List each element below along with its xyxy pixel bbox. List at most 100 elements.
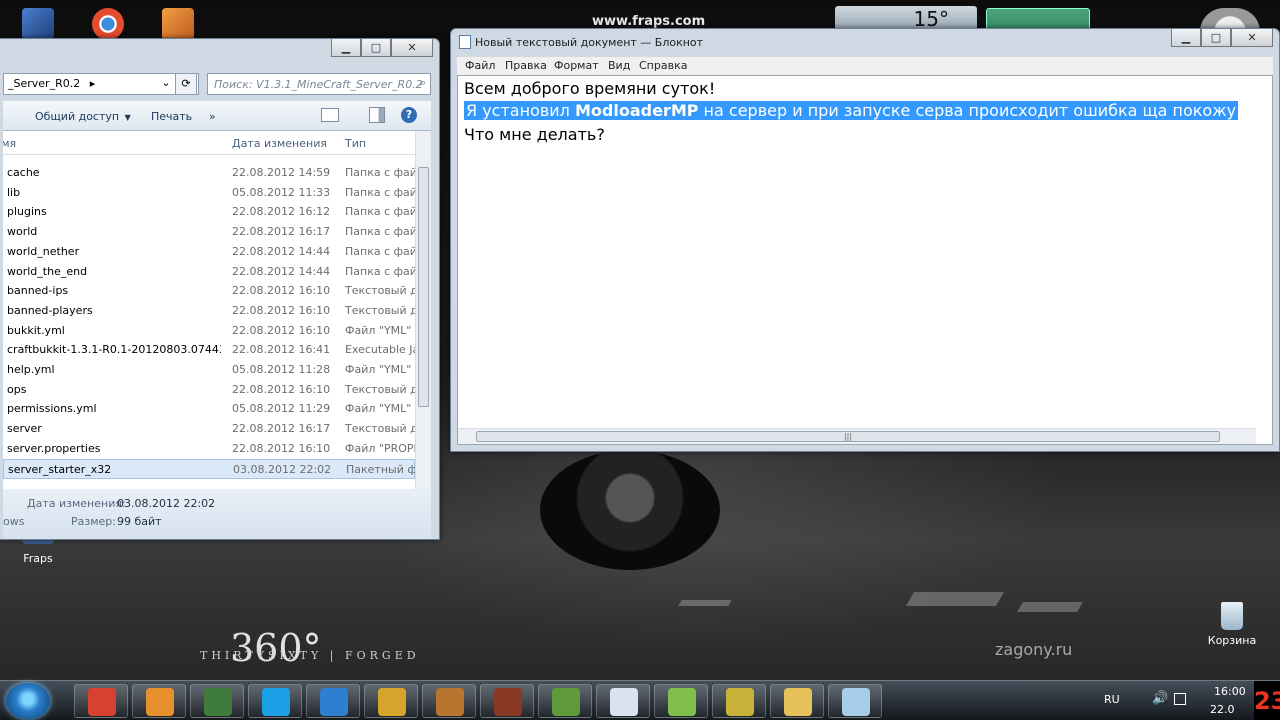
file-row[interactable]: world_the_end 22.08.2012 14:44 Папка с фай… <box>3 262 417 282</box>
dropdown-arrow-icon: ▼ <box>124 113 131 122</box>
search-input[interactable]: Поиск: V1.3.1_MineCraft_Server_R0.2 ⌕ <box>207 73 431 95</box>
horizontal-scrollbar[interactable]: ||| <box>458 428 1256 444</box>
taskbar-item-game-character[interactable] <box>422 684 476 718</box>
share-menu-button[interactable]: Общий доступ ▼ <box>35 110 131 123</box>
print-button[interactable]: Печать <box>151 110 192 123</box>
maximize-button[interactable]: □ <box>361 39 391 57</box>
utorrent-icon <box>204 688 232 716</box>
taskbar-item-utorrent[interactable] <box>190 684 244 718</box>
file-date: 22.08.2012 16:12 <box>232 205 331 219</box>
file-row[interactable]: permissions.yml 05.08.2012 11:29 Файл "YML… <box>3 399 415 419</box>
clock-time[interactable]: 16:00 <box>1214 685 1246 698</box>
file-name: banned-ips <box>7 284 69 298</box>
file-row[interactable]: world_nether 22.08.2012 14:44 Папка с файл <box>3 242 417 262</box>
recycle-bin-icon <box>1221 602 1243 630</box>
selected-text-line: Я установил ModloaderMP на сервер и при … <box>464 101 1239 120</box>
file-row[interactable]: server 22.08.2012 16:17 Текстовый до <box>3 419 417 439</box>
file-row[interactable]: banned-ips 22.08.2012 16:10 Текстовый до <box>3 281 417 301</box>
file-type: Папка с файл <box>345 166 417 179</box>
preview-pane-icon[interactable] <box>369 107 385 123</box>
file-row[interactable]: world 22.08.2012 16:17 Папка с файл <box>3 222 417 242</box>
details-size-label: Размер: <box>71 515 116 528</box>
column-type[interactable]: Тип <box>345 137 366 150</box>
fraps-watermark: www.fraps.com <box>592 14 706 29</box>
address-dropdown-button[interactable]: ⌄ <box>155 73 177 95</box>
help-button[interactable]: ? <box>401 107 417 123</box>
scrollbar-thumb[interactable] <box>418 167 429 407</box>
menu-bar: Файл Правка Формат Вид Справка <box>457 57 1273 75</box>
close-button[interactable]: ✕ <box>1231 29 1273 47</box>
file-row[interactable]: craftbukkit-1.3.1-R0.1-20120803.074431-1… <box>3 340 417 360</box>
desktop-icon-3[interactable] <box>148 8 208 40</box>
minimize-button[interactable]: ▁ <box>1171 29 1201 47</box>
refresh-button[interactable]: ⟳ <box>175 73 197 95</box>
game-character-icon <box>436 688 464 716</box>
taskbar-item-game-hero[interactable] <box>480 684 534 718</box>
maximize-button[interactable]: □ <box>1201 29 1231 47</box>
toolbar-overflow-button[interactable]: » <box>209 110 216 123</box>
notepad-titlebar[interactable]: Новый текстовый документ — Блокнот ▁ □ ✕ <box>451 29 1279 55</box>
taskbar-item-nfs[interactable] <box>364 684 418 718</box>
share-label: Общий доступ <box>35 110 120 123</box>
clock-date[interactable]: 22.0 <box>1210 703 1235 716</box>
file-name: cache <box>7 166 40 179</box>
fraps-fps-counter: 23 <box>1254 681 1280 720</box>
taskbar-item-chrome[interactable] <box>74 684 128 718</box>
file-row[interactable]: plugins 22.08.2012 16:12 Папка с файл <box>3 202 417 222</box>
column-name[interactable]: Имя <box>3 137 16 150</box>
taskbar-item-fraps[interactable] <box>712 684 766 718</box>
file-row[interactable]: ops 22.08.2012 16:10 Текстовый до <box>3 380 417 400</box>
file-name: craftbukkit-1.3.1-R0.1-20120803.074431-1… <box>7 343 221 357</box>
file-type: Папка с файл <box>345 205 417 219</box>
minimize-button[interactable]: ▁ <box>331 39 361 57</box>
scrollbar-thumb[interactable]: ||| <box>476 431 1220 442</box>
vertical-scrollbar[interactable] <box>415 131 431 489</box>
taskbar-item-file-manager[interactable] <box>654 684 708 718</box>
taskbar-item-media-player[interactable] <box>132 684 186 718</box>
close-button[interactable]: ✕ <box>391 39 433 57</box>
file-row[interactable]: lib 05.08.2012 11:33 Папка с файл <box>3 183 417 203</box>
refresh-icon: ⟳ <box>181 77 191 90</box>
file-date: 22.08.2012 16:10 <box>232 441 331 455</box>
taskbar-item-notepad[interactable] <box>828 684 882 718</box>
file-date: 22.08.2012 14:44 <box>232 244 331 258</box>
taskbar-item-minecraft[interactable] <box>538 684 592 718</box>
file-type: Файл "YML" <box>345 402 412 416</box>
start-button[interactable] <box>6 683 50 719</box>
file-row[interactable]: help.yml 05.08.2012 11:28 Файл "YML" <box>3 360 415 380</box>
app-icon <box>162 8 194 40</box>
menu-format[interactable]: Формат <box>554 59 599 72</box>
menu-view[interactable]: Вид <box>608 59 630 72</box>
file-name: server_starter_x32 <box>8 462 112 476</box>
file-date: 05.08.2012 11:29 <box>232 402 331 416</box>
site-watermark: zagony.ru <box>995 640 1073 659</box>
language-indicator[interactable]: RU <box>1104 693 1120 706</box>
menu-help[interactable]: Справка <box>639 59 687 72</box>
text-editor[interactable]: Всем доброго времяни суток! Я установил … <box>457 75 1273 445</box>
volume-icon[interactable]: 🔊 <box>1152 691 1168 706</box>
menu-edit[interactable]: Правка <box>505 59 547 72</box>
desktop-icon-chrome[interactable] <box>78 8 138 40</box>
desktop-icon-recycle-bin[interactable]: Корзина <box>1202 602 1262 647</box>
taskbar-item-document-viewer[interactable] <box>596 684 650 718</box>
menu-file[interactable]: Файл <box>465 59 495 72</box>
view-options-icon[interactable] <box>321 108 339 122</box>
taskbar-item-download[interactable] <box>306 684 360 718</box>
file-row[interactable]: server_starter_x32 03.08.2012 22:02 Пакетн… <box>3 458 418 479</box>
file-row[interactable]: bukkit.yml 22.08.2012 16:10 Файл "YML" <box>3 321 415 341</box>
column-date[interactable]: Дата изменения <box>232 137 327 150</box>
game-hero-icon <box>494 688 522 716</box>
file-date: 03.08.2012 22:02 <box>233 462 332 476</box>
desktop-icon-1[interactable] <box>8 8 68 40</box>
file-date: 22.08.2012 14:59 <box>232 166 331 179</box>
network-icon[interactable] <box>1174 693 1186 705</box>
explorer-toolbar: Общий доступ ▼ Печать » ? <box>3 101 431 131</box>
explorer-titlebar[interactable]: ▁ □ ✕ <box>0 39 439 65</box>
taskbar-item-skype[interactable] <box>248 684 302 718</box>
file-row[interactable]: cache 22.08.2012 14:59 Папка с файл <box>3 163 417 183</box>
taskbar-item-explorer[interactable] <box>770 684 824 718</box>
file-row[interactable]: banned-players 22.08.2012 16:10 Текстовый … <box>3 301 417 321</box>
file-row[interactable]: server.properties 22.08.2012 16:10 Файл "P… <box>3 439 417 459</box>
app-icon <box>22 8 54 40</box>
chrome-icon <box>92 8 124 40</box>
